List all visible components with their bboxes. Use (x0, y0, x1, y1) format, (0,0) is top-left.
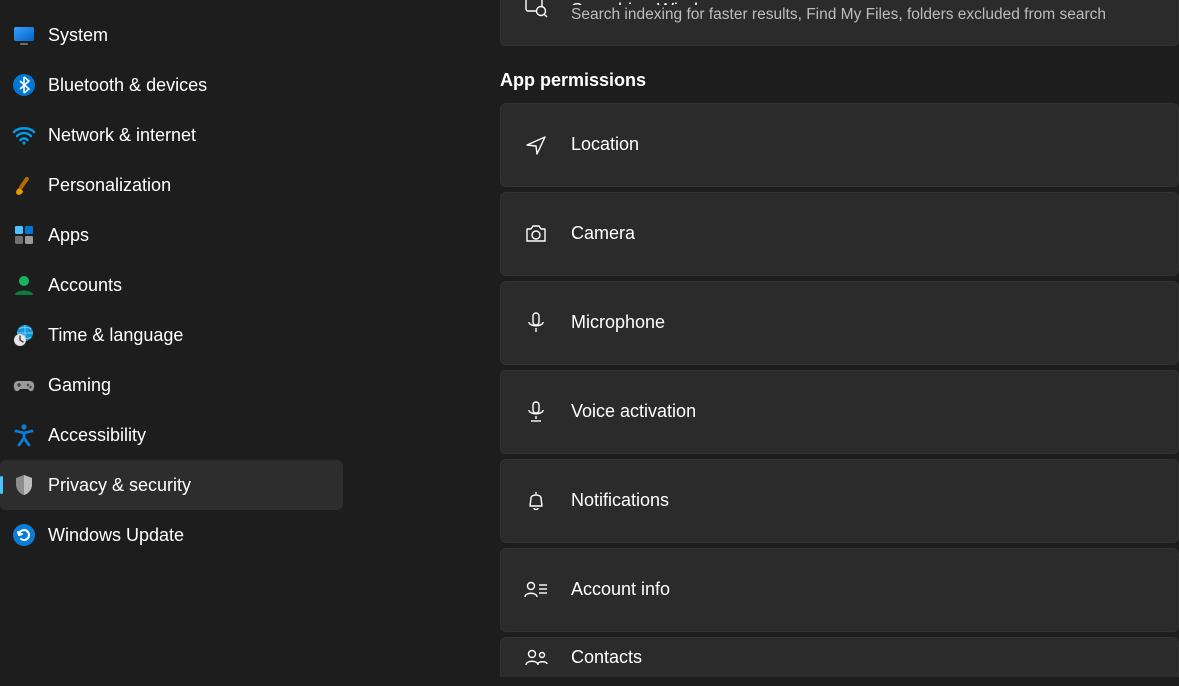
bell-icon (521, 488, 551, 514)
permission-card-voice-activation[interactable]: Voice activation (500, 370, 1179, 454)
sidebar-item-gaming[interactable]: Gaming (0, 360, 343, 410)
sidebar-item-network[interactable]: Network & internet (0, 110, 343, 160)
card-title: Camera (571, 222, 635, 245)
paintbrush-icon (6, 167, 42, 203)
sidebar-item-system[interactable]: System (0, 10, 343, 60)
accessibility-icon (6, 417, 42, 453)
sidebar-item-bluetooth[interactable]: Bluetooth & devices (0, 60, 343, 110)
voice-activation-icon (521, 399, 551, 425)
permission-card-notifications[interactable]: Notifications (500, 459, 1179, 543)
sidebar-item-accounts[interactable]: Accounts (0, 260, 343, 310)
sidebar-item-label: Bluetooth & devices (48, 75, 207, 96)
sidebar-item-label: Accessibility (48, 425, 146, 446)
sidebar-item-label: Personalization (48, 175, 171, 196)
sidebar-item-label: Network & internet (48, 125, 196, 146)
wifi-icon (6, 117, 42, 153)
sidebar-item-label: Gaming (48, 375, 111, 396)
card-title: Microphone (571, 311, 665, 334)
permission-card-location[interactable]: Location (500, 103, 1179, 187)
card-title: Notifications (571, 489, 669, 512)
sidebar-item-time[interactable]: Time & language (0, 310, 343, 360)
location-icon (521, 132, 551, 158)
permission-card-microphone[interactable]: Microphone (500, 281, 1179, 365)
accounts-icon (6, 267, 42, 303)
apps-icon (6, 217, 42, 253)
card-subtitle: Search indexing for faster results, Find… (571, 5, 1106, 25)
sidebar-item-apps[interactable]: Apps (0, 210, 343, 260)
microphone-icon (521, 310, 551, 336)
gamepad-icon (6, 367, 42, 403)
sidebar-item-update[interactable]: Windows Update (0, 510, 343, 560)
sidebar-item-label: Apps (48, 225, 89, 246)
shield-icon (6, 467, 42, 503)
card-title: Voice activation (571, 400, 696, 423)
contacts-icon (521, 645, 551, 671)
sidebar-item-label: System (48, 25, 108, 46)
search-indexing-icon (521, 0, 551, 20)
card-title: Contacts (571, 646, 642, 669)
account-info-icon (521, 577, 551, 603)
card-title: Account info (571, 578, 670, 601)
sidebar-item-label: Windows Update (48, 525, 184, 546)
sidebar-nav: System Bluetooth & devices Network & (0, 0, 345, 686)
content-area: Searching Windows Search indexing for fa… (345, 0, 1179, 686)
sidebar-item-label: Time & language (48, 325, 183, 346)
bluetooth-icon (6, 67, 42, 103)
card-title: Location (571, 133, 639, 156)
camera-icon (521, 221, 551, 247)
system-icon (6, 17, 42, 53)
sidebar-item-personalization[interactable]: Personalization (0, 160, 343, 210)
permission-card-camera[interactable]: Camera (500, 192, 1179, 276)
setting-card-searching-windows[interactable]: Searching Windows Search indexing for fa… (500, 0, 1179, 46)
sidebar-item-accessibility[interactable]: Accessibility (0, 410, 343, 460)
sidebar-item-label: Accounts (48, 275, 122, 296)
sidebar-item-privacy[interactable]: Privacy & security (0, 460, 343, 510)
settings-app: System Bluetooth & devices Network & (0, 0, 1179, 686)
permission-card-contacts[interactable]: Contacts (500, 637, 1179, 677)
section-title-app-permissions: App permissions (500, 70, 1179, 91)
update-icon (6, 517, 42, 553)
permission-card-account-info[interactable]: Account info (500, 548, 1179, 632)
sidebar-item-label: Privacy & security (48, 475, 191, 496)
clock-globe-icon (6, 317, 42, 353)
